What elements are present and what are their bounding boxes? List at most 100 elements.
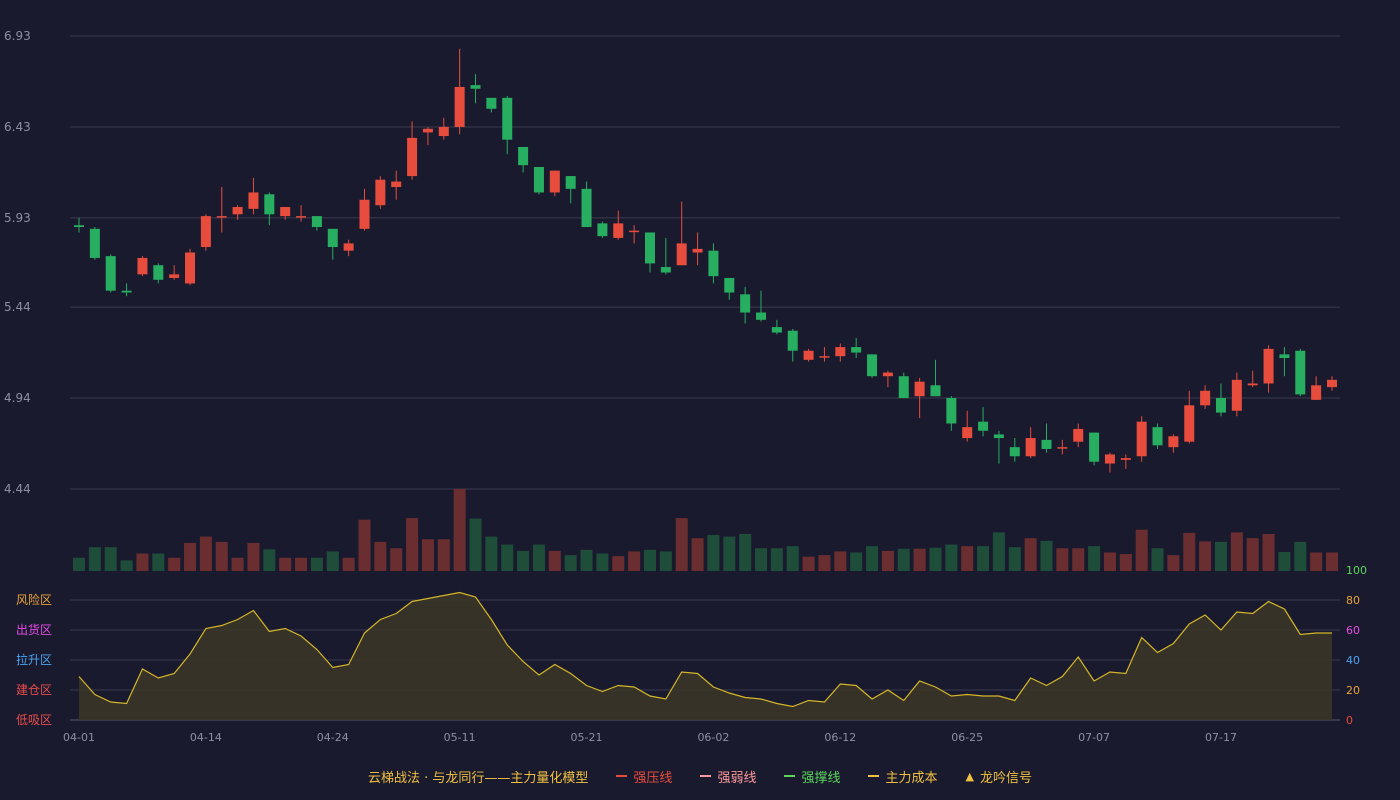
volume-bar bbox=[866, 546, 879, 571]
candle-body bbox=[835, 347, 846, 357]
volume-bar bbox=[1024, 538, 1037, 571]
volume-bar bbox=[1278, 551, 1291, 571]
volume-bar bbox=[612, 556, 625, 571]
price-y-tick-label: 5.93 bbox=[4, 211, 31, 225]
volume-bar bbox=[691, 538, 704, 571]
candle-body bbox=[1247, 383, 1258, 386]
price-y-tick-label: 5.44 bbox=[4, 300, 31, 314]
volume-bar bbox=[1008, 547, 1021, 571]
volume-bar bbox=[707, 535, 720, 571]
candle-body bbox=[978, 421, 989, 431]
candle-body bbox=[1136, 421, 1147, 457]
candle-body bbox=[1073, 428, 1084, 442]
volume-bar bbox=[1135, 529, 1148, 571]
candle-body bbox=[946, 398, 957, 424]
volume-bar bbox=[247, 542, 260, 571]
volume-bar bbox=[1072, 548, 1085, 571]
legend-label: 强弱线 bbox=[717, 770, 757, 786]
volume-bar bbox=[643, 549, 656, 571]
volume-bar bbox=[961, 546, 974, 571]
legend-swatch bbox=[784, 775, 796, 777]
candle-body bbox=[1215, 398, 1226, 413]
candle-body bbox=[692, 248, 703, 253]
volume-bar bbox=[580, 549, 593, 571]
x-tick-label: 06-25 bbox=[951, 731, 983, 744]
volume-bar bbox=[913, 548, 926, 571]
legend-label: 龙吟信号 bbox=[979, 770, 1032, 786]
oscillator-y-tick-label: 40 bbox=[1346, 654, 1360, 667]
volume-bar bbox=[453, 489, 466, 571]
volume-bar bbox=[73, 557, 85, 571]
legend-item-main-cost[interactable]: 主力成本 bbox=[868, 767, 937, 786]
volume-bar bbox=[1294, 541, 1307, 571]
volume-bar bbox=[1199, 541, 1212, 571]
volume-bar bbox=[659, 551, 672, 571]
candle-body bbox=[787, 330, 798, 351]
candle-body bbox=[248, 192, 259, 209]
volume-bar bbox=[1230, 532, 1243, 571]
volume-bar bbox=[1310, 552, 1323, 571]
stock-chart: 6.93 6.43 5.93 5.44 4.94 4.44 0 20 40 60 80 100 风险区出… bbox=[4, 29, 1367, 744]
candle-body bbox=[153, 265, 164, 280]
volume-bar bbox=[199, 536, 212, 571]
volume-bar bbox=[231, 557, 244, 571]
volume-bar bbox=[263, 549, 276, 571]
volume-bar bbox=[977, 546, 990, 571]
volume-bar bbox=[1167, 555, 1180, 571]
legend-swatch bbox=[868, 775, 880, 777]
candle-body bbox=[819, 356, 830, 358]
candle-body bbox=[185, 252, 196, 284]
legend-item-strength-line[interactable]: 强弱线 bbox=[700, 767, 756, 786]
oscillator-y-tick-label: 0 bbox=[1346, 714, 1353, 727]
volume-bar bbox=[992, 532, 1005, 571]
volume-bar bbox=[1056, 548, 1069, 571]
zone-label: 拉升区 bbox=[16, 652, 52, 667]
candle-body bbox=[771, 327, 782, 333]
candle-body bbox=[597, 223, 608, 237]
x-tick-label: 06-02 bbox=[697, 731, 729, 744]
candle-body bbox=[1025, 438, 1036, 457]
candle-body bbox=[105, 256, 116, 291]
legend-item-dragon-signal[interactable]: ▲ 龙吟信号 bbox=[965, 767, 1031, 786]
legend-label: 主力成本 bbox=[885, 770, 938, 786]
volume-bar bbox=[548, 550, 561, 571]
price-y-tick-label: 4.94 bbox=[4, 391, 31, 405]
candle-body bbox=[280, 207, 291, 217]
candle-body bbox=[470, 85, 481, 89]
candle-body bbox=[660, 267, 671, 273]
price-y-tick-label: 6.93 bbox=[4, 29, 31, 43]
volume-bar bbox=[390, 548, 403, 571]
candle-body bbox=[1311, 385, 1322, 400]
volume-bar bbox=[1119, 554, 1132, 571]
legend-item-strong-resistance[interactable]: 强压线 bbox=[616, 767, 672, 786]
legend-swatch bbox=[616, 775, 628, 777]
candle-body bbox=[740, 294, 751, 313]
zone-label: 风险区 bbox=[16, 592, 52, 607]
candle-body bbox=[676, 243, 687, 266]
candle-body bbox=[898, 376, 909, 399]
candle-body bbox=[137, 257, 148, 275]
candle-body bbox=[1200, 390, 1211, 406]
volume-bar bbox=[136, 553, 149, 571]
volume-bar bbox=[739, 533, 752, 571]
volume-bar bbox=[184, 542, 197, 571]
price-y-tick-label: 4.44 bbox=[4, 482, 31, 496]
candle-body bbox=[407, 137, 418, 177]
legend-label: 强压线 bbox=[633, 770, 673, 786]
volume-bar bbox=[532, 544, 545, 571]
candle-body bbox=[1327, 379, 1337, 388]
candle-body bbox=[327, 228, 338, 248]
volume-bar bbox=[421, 539, 434, 571]
volume-bar bbox=[1151, 548, 1164, 571]
candle-body bbox=[454, 86, 465, 127]
oscillator-y-tick-label: 20 bbox=[1346, 684, 1360, 697]
legend-item-strong-support[interactable]: 强撑线 bbox=[784, 767, 840, 786]
candle-body bbox=[914, 381, 925, 397]
candle-body bbox=[518, 146, 529, 166]
volume-bar bbox=[675, 518, 688, 571]
candle-body bbox=[629, 230, 640, 233]
candle-body bbox=[1168, 436, 1179, 448]
candle-body bbox=[613, 223, 624, 238]
candle-body bbox=[311, 216, 322, 228]
candle-body bbox=[1009, 447, 1020, 457]
